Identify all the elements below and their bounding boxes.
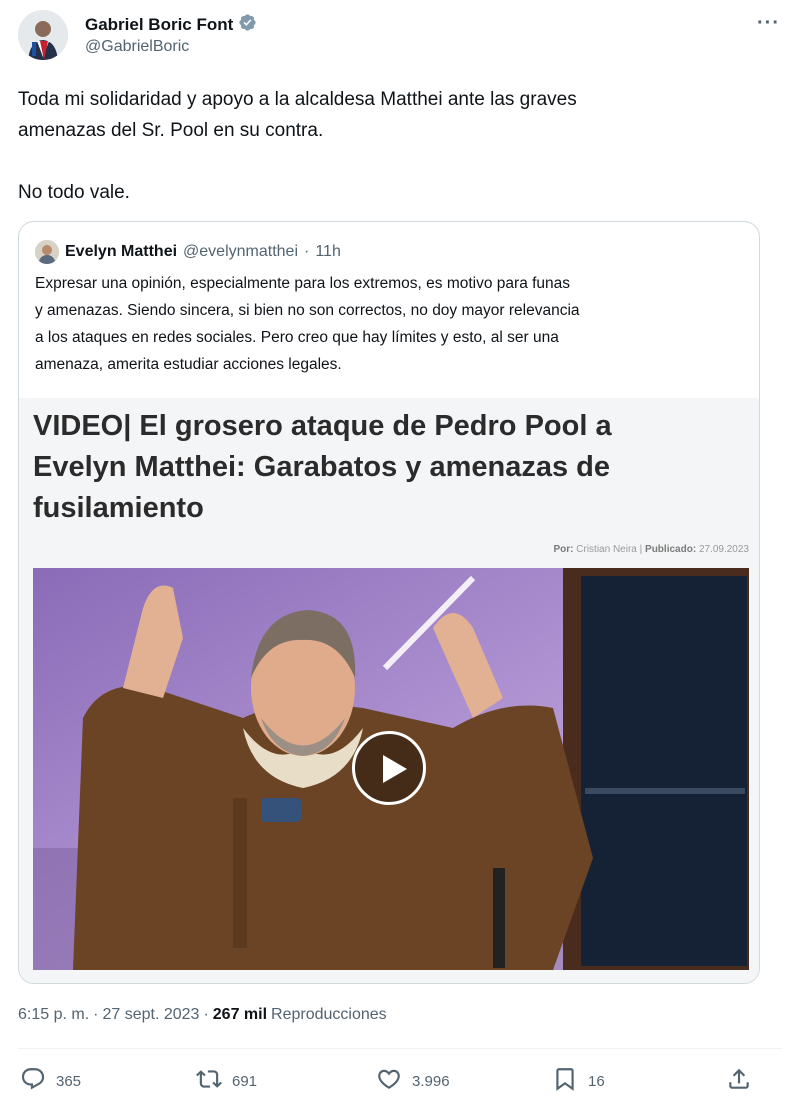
quoted-time: 11h: [315, 243, 341, 260]
heart-icon: [376, 1066, 402, 1096]
quoted-tweet-text: Expresar una opinión, especialmente para…: [35, 270, 747, 378]
video-thumbnail[interactable]: [33, 568, 749, 970]
tweet-line: amenazas del Sr. Pool en su contra.: [18, 120, 324, 141]
like-count: 3.996: [412, 1072, 450, 1090]
author-display-name[interactable]: Gabriel Boric Font: [85, 15, 233, 35]
bookmark-icon: [552, 1066, 578, 1096]
reply-button[interactable]: 365: [20, 1066, 81, 1096]
views-label: Reproducciones: [271, 1006, 387, 1023]
quoted-author-name[interactable]: Evelyn Matthei: [65, 243, 177, 261]
divider: [18, 1048, 782, 1049]
quoted-author-handle[interactable]: @evelynmatthei: [183, 243, 298, 261]
meta-separator: ·: [203, 1006, 209, 1023]
article-title-line: fusilamiento: [33, 492, 204, 524]
bookmark-button[interactable]: 16: [552, 1066, 605, 1096]
play-button-icon[interactable]: [352, 731, 426, 805]
like-button[interactable]: 3.996: [376, 1066, 450, 1096]
more-options-icon[interactable]: ···: [757, 12, 780, 35]
retweet-icon: [196, 1066, 222, 1096]
action-bar: 365 691 3.996 16: [18, 1066, 760, 1102]
share-button[interactable]: [726, 1066, 752, 1096]
quoted-tweet-header: Evelyn Matthei @evelynmatthei · 11h: [35, 240, 341, 264]
byline-separator: |: [639, 544, 643, 555]
quoted-line: y amenazas. Siendo sincera, si bien no s…: [35, 302, 580, 319]
tweet-text: Toda mi solidaridad y apoyo a la alcalde…: [18, 84, 758, 208]
article-title-line: Evelyn Matthei: Garabatos y amenazas de: [33, 451, 610, 483]
byline-label: Por:: [553, 544, 574, 555]
share-icon: [726, 1066, 752, 1096]
tweet-time[interactable]: 6:15 p. m.: [18, 1006, 89, 1024]
bookmark-count: 16: [588, 1072, 605, 1090]
retweet-count: 691: [232, 1072, 258, 1090]
separator-dot: ·: [304, 243, 310, 260]
retweet-button[interactable]: 691: [196, 1066, 257, 1096]
published-label: Publicado:: [645, 544, 697, 555]
article-preview[interactable]: VIDEO| El grosero ataque de Pedro Pool a…: [19, 398, 759, 983]
reply-count: 365: [56, 1072, 82, 1090]
tweet-meta: 6:15 p. m. · 27 sept. 2023 · 267 mil Rep…: [18, 1006, 387, 1024]
article-title-line: VIDEO| El grosero ataque de Pedro Pool a: [33, 410, 612, 442]
author-handle[interactable]: @GabrielBoric: [85, 38, 189, 56]
verified-badge-icon: [238, 13, 257, 37]
quoted-tweet-card[interactable]: Evelyn Matthei @evelynmatthei · 11h Expr…: [18, 221, 760, 984]
views-count: 267 mil: [212, 1006, 268, 1023]
quoted-author-avatar: [35, 240, 59, 264]
tweet-line: Toda mi solidaridad y apoyo a la alcalde…: [18, 89, 577, 110]
author-name-row: Gabriel Boric Font: [85, 13, 257, 37]
meta-separator: ·: [93, 1006, 99, 1023]
tweet-date[interactable]: 27 sept. 2023: [102, 1006, 199, 1024]
reply-icon: [20, 1066, 46, 1096]
article-byline: Por: Cristian Neira | Publicado: 27.09.2…: [554, 544, 750, 555]
tweet-header: Gabriel Boric Font @GabrielBoric ···: [18, 10, 782, 62]
published-date: 27.09.2023: [698, 544, 749, 555]
quoted-line: a los ataques en redes sociales. Pero cr…: [35, 329, 559, 346]
article-title: VIDEO| El grosero ataque de Pedro Pool a…: [33, 406, 733, 529]
quoted-line: Expresar una opinión, especialmente para…: [35, 275, 571, 292]
tweet-line: No todo vale.: [18, 182, 130, 203]
byline-author: Cristian Neira: [576, 544, 637, 555]
quoted-line: amenaza, amerita estudiar acciones legal…: [35, 356, 342, 373]
author-avatar[interactable]: [18, 10, 68, 60]
